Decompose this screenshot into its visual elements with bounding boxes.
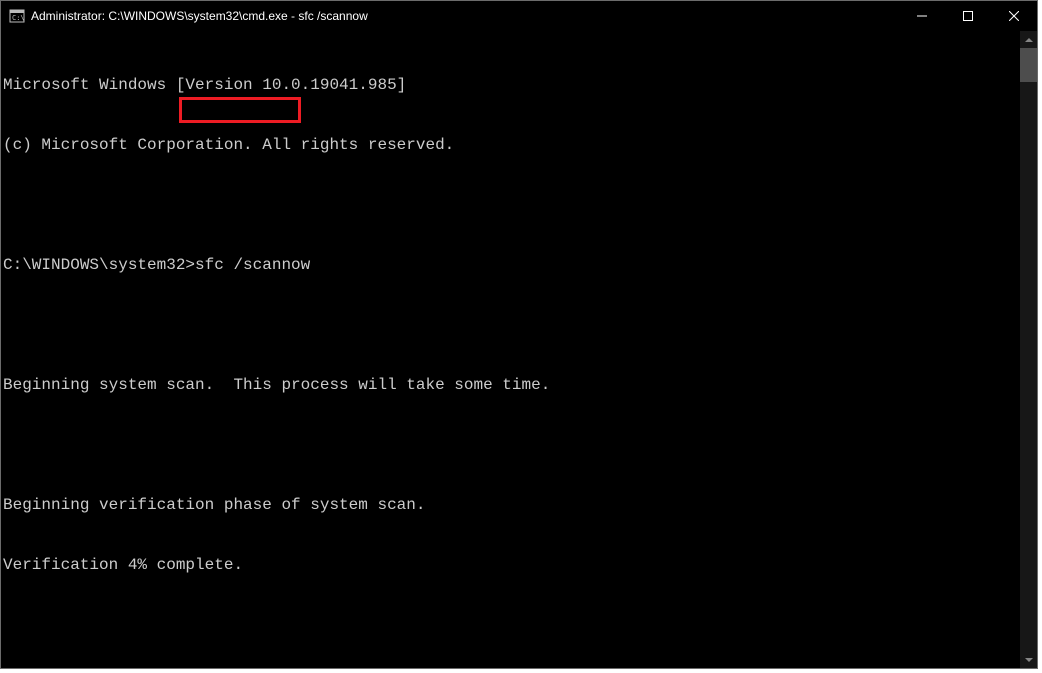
title-bar[interactable]: C:\ Administrator: C:\WINDOWS\system32\c… [1,1,1037,31]
scroll-up-button[interactable] [1020,31,1037,48]
console-line: (c) Microsoft Corporation. All rights re… [3,135,1018,155]
prompt-text: C:\WINDOWS\system32> [3,256,195,274]
vertical-scrollbar[interactable] [1020,31,1037,668]
console-line: Verification 4% complete. [3,555,1018,575]
scrollbar-track[interactable] [1020,48,1037,651]
console-prompt-line: C:\WINDOWS\system32>sfc /scannow [3,255,1018,275]
console-line [3,435,1018,455]
close-button[interactable] [991,1,1037,31]
scrollbar-thumb[interactable] [1020,48,1037,82]
chevron-down-icon [1025,658,1033,662]
maximize-button[interactable] [945,1,991,31]
command-text: sfc /scannow [195,256,310,274]
console-line: Beginning verification phase of system s… [3,495,1018,515]
cmd-window: C:\ Administrator: C:\WINDOWS\system32\c… [0,0,1038,669]
console-area[interactable]: Microsoft Windows [Version 10.0.19041.98… [1,31,1020,668]
chevron-up-icon [1025,38,1033,42]
console-line: Microsoft Windows [Version 10.0.19041.98… [3,75,1018,95]
console-line [3,315,1018,335]
scroll-down-button[interactable] [1020,651,1037,668]
console-line [3,195,1018,215]
svg-text:C:\: C:\ [12,14,25,22]
window-title: Administrator: C:\WINDOWS\system32\cmd.e… [31,9,368,23]
console-line: Beginning system scan. This process will… [3,375,1018,395]
minimize-button[interactable] [899,1,945,31]
cmd-icon: C:\ [9,8,25,24]
